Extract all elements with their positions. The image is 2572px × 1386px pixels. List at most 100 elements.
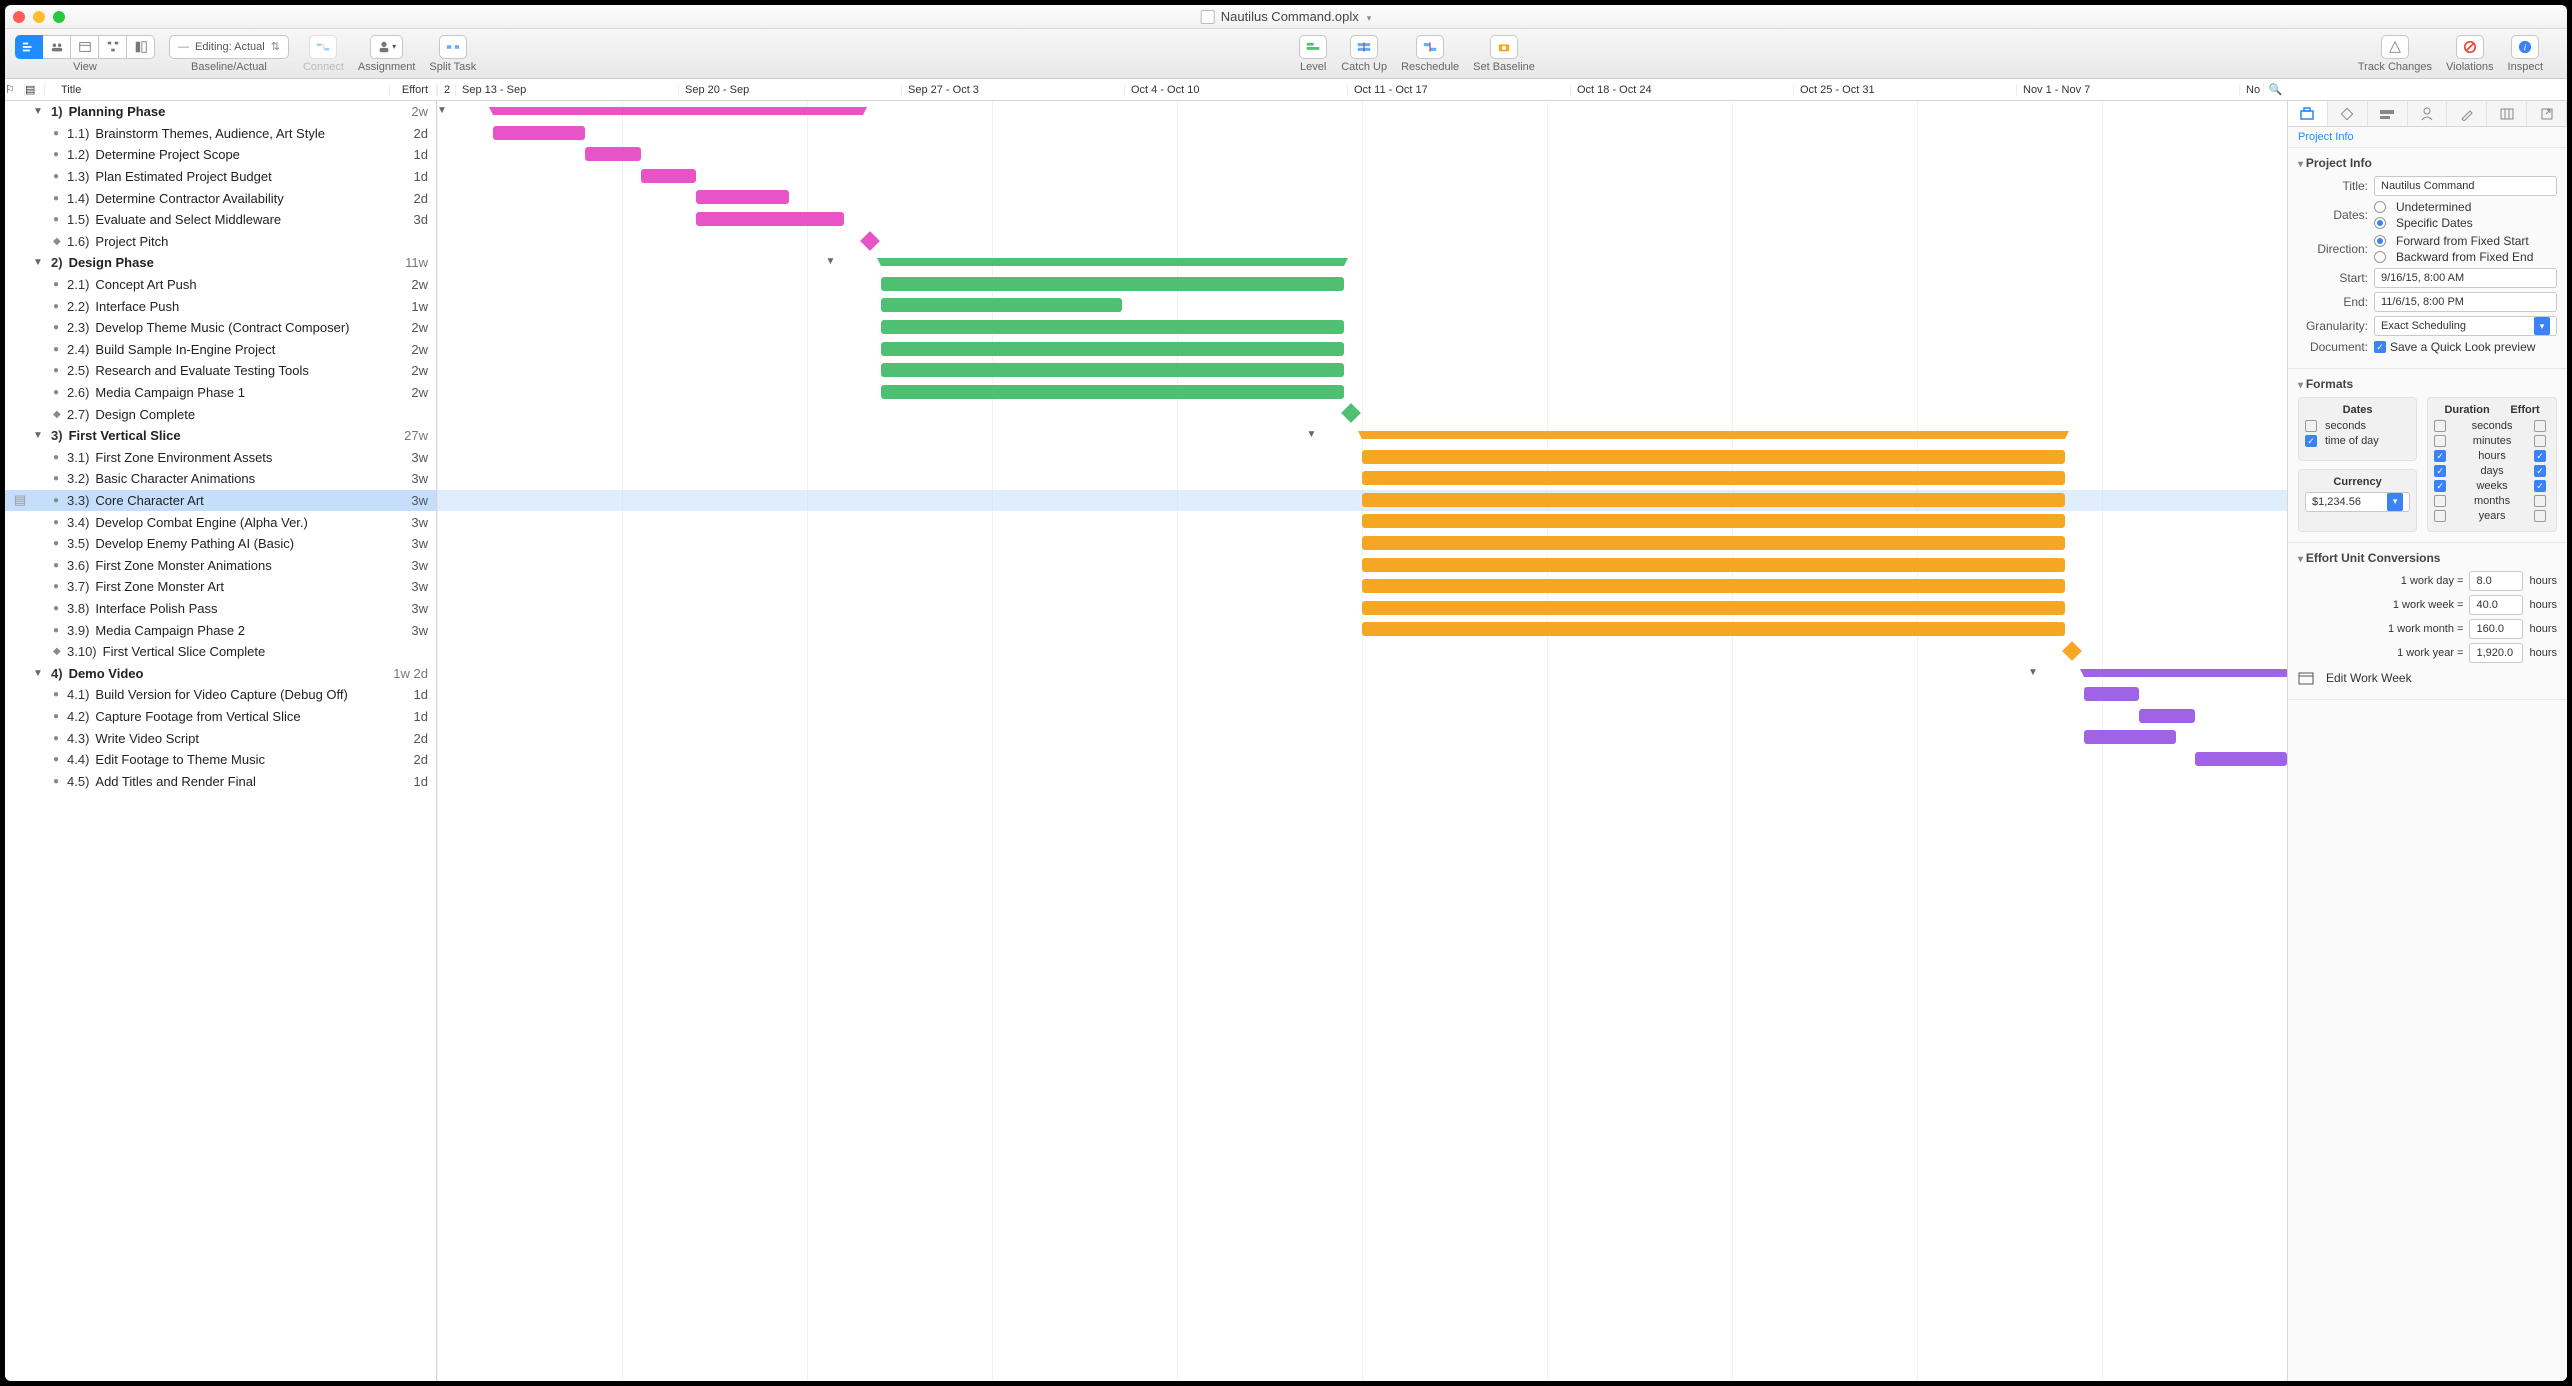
- task-row[interactable]: ▤●3.3)Core Character Art3w: [5, 490, 436, 512]
- gantt-task-bar[interactable]: [881, 385, 1344, 399]
- connect-button[interactable]: [309, 35, 337, 59]
- gantt-task-bar[interactable]: [1362, 536, 2065, 550]
- gantt-row[interactable]: [437, 533, 2287, 555]
- gantt-row[interactable]: ▼: [437, 425, 2287, 447]
- gantt-task-bar[interactable]: [881, 298, 1122, 312]
- catchup-button[interactable]: [1350, 35, 1378, 59]
- gantt-row[interactable]: [437, 468, 2287, 490]
- inspect-button[interactable]: i: [2511, 35, 2539, 59]
- gantt-row[interactable]: [437, 187, 2287, 209]
- gantt-group-bar[interactable]: [881, 258, 1344, 266]
- section-project-info[interactable]: Project Info: [2298, 156, 2557, 170]
- effort-years-checkbox[interactable]: [2534, 510, 2546, 522]
- task-row[interactable]: ●3.4)Develop Combat Engine (Alpha Ver.)3…: [5, 511, 436, 533]
- violations-button[interactable]: [2456, 35, 2484, 59]
- gantt-row[interactable]: [437, 403, 2287, 425]
- task-row[interactable]: ●1.4)Determine Contractor Availability2d: [5, 187, 436, 209]
- gantt-row[interactable]: ▼: [437, 252, 2287, 274]
- note-column-icon[interactable]: ▤: [25, 83, 45, 96]
- gantt-task-bar[interactable]: [641, 169, 697, 183]
- gantt-row[interactable]: [437, 166, 2287, 188]
- task-row[interactable]: ●1.3)Plan Estimated Project Budget1d: [5, 166, 436, 188]
- gantt-row[interactable]: [437, 231, 2287, 253]
- close-window-button[interactable]: [13, 11, 25, 23]
- gantt-disclosure-icon[interactable]: ▼: [2028, 667, 2038, 678]
- duration-years-checkbox[interactable]: [2434, 510, 2446, 522]
- disclosure-triangle-icon[interactable]: ▼: [33, 430, 47, 441]
- gantt-task-bar[interactable]: [696, 212, 844, 226]
- gantt-milestone[interactable]: [2062, 641, 2082, 661]
- baseline-select[interactable]: —Editing: Actual⇅: [169, 35, 289, 59]
- gantt-task-bar[interactable]: [1362, 579, 2065, 593]
- timeline-week[interactable]: Oct 25 - Oct 31: [1793, 84, 2016, 96]
- conv-day-input[interactable]: 8.0: [2469, 571, 2523, 591]
- gantt-milestone[interactable]: [1341, 403, 1361, 423]
- assignment-button[interactable]: ▾: [370, 35, 403, 59]
- quicklook-checkbox[interactable]: [2374, 341, 2386, 353]
- inspector-tab-styles[interactable]: [2447, 101, 2487, 126]
- gantt-row[interactable]: [437, 339, 2287, 361]
- gantt-chart[interactable]: ▼ ▼ ▼ ▼: [437, 101, 2287, 1381]
- task-row[interactable]: ●2.5)Research and Evaluate Testing Tools…: [5, 360, 436, 382]
- gantt-row[interactable]: [437, 598, 2287, 620]
- granularity-select[interactable]: Exact Scheduling: [2374, 316, 2557, 336]
- conv-year-input[interactable]: 1,920.0: [2469, 643, 2523, 663]
- gantt-task-bar[interactable]: [1362, 514, 2065, 528]
- task-row[interactable]: ●3.1)First Zone Environment Assets3w: [5, 447, 436, 469]
- task-row[interactable]: ▼4)Demo Video1w 2d: [5, 662, 436, 684]
- gantt-row[interactable]: [437, 447, 2287, 469]
- section-conversions[interactable]: Effort Unit Conversions: [2298, 551, 2557, 565]
- section-formats[interactable]: Formats: [2298, 377, 2557, 391]
- effort-seconds-checkbox[interactable]: [2534, 420, 2546, 432]
- timeline-week[interactable]: Sep 20 - Sep: [678, 84, 901, 96]
- gantt-row[interactable]: [437, 555, 2287, 577]
- gantt-task-bar[interactable]: [1362, 493, 2065, 507]
- set-baseline-button[interactable]: [1490, 35, 1518, 59]
- gantt-row[interactable]: ▼: [437, 101, 2287, 123]
- gantt-disclosure-icon[interactable]: ▼: [826, 256, 836, 267]
- inspector-tab-columns[interactable]: [2487, 101, 2527, 126]
- gantt-task-bar[interactable]: [881, 342, 1344, 356]
- gantt-group-bar[interactable]: [1362, 431, 2065, 439]
- gantt-row[interactable]: [437, 706, 2287, 728]
- edit-work-week-button[interactable]: Edit Work Week: [2326, 671, 2412, 685]
- project-title-input[interactable]: Nautilus Command: [2374, 176, 2557, 196]
- task-row[interactable]: ▼3)First Vertical Slice27w: [5, 425, 436, 447]
- view-network-button[interactable]: [99, 35, 127, 59]
- task-row[interactable]: ●2.2)Interface Push1w: [5, 295, 436, 317]
- disclosure-triangle-icon[interactable]: ▼: [33, 257, 47, 268]
- effort-months-checkbox[interactable]: [2534, 495, 2546, 507]
- task-row[interactable]: ◆2.7)Design Complete: [5, 403, 436, 425]
- timeline-week[interactable]: Nov 1 - Nov 7: [2016, 84, 2239, 96]
- duration-days-checkbox[interactable]: [2434, 465, 2446, 477]
- view-styles-button[interactable]: [127, 35, 155, 59]
- disclosure-triangle-icon[interactable]: ▼: [33, 668, 47, 679]
- timeline-week[interactable]: 2: [437, 84, 455, 96]
- disclosure-triangle-icon[interactable]: ▼: [33, 106, 47, 117]
- gantt-task-bar[interactable]: [2139, 709, 2195, 723]
- gantt-task-bar[interactable]: [881, 363, 1344, 377]
- inspector-tab-export[interactable]: [2527, 101, 2567, 126]
- effort-weeks-checkbox[interactable]: [2534, 480, 2546, 492]
- gantt-task-bar[interactable]: [1362, 601, 2065, 615]
- gantt-row[interactable]: [437, 360, 2287, 382]
- gantt-task-bar[interactable]: [696, 190, 789, 204]
- task-row[interactable]: ●4.1)Build Version for Video Capture (De…: [5, 684, 436, 706]
- gantt-task-bar[interactable]: [1362, 558, 2065, 572]
- task-row[interactable]: ●3.2)Basic Character Animations3w: [5, 468, 436, 490]
- timeline-week[interactable]: Oct 18 - Oct 24: [1570, 84, 1793, 96]
- inspector-tab-resource[interactable]: [2408, 101, 2448, 126]
- gantt-task-bar[interactable]: [881, 277, 1344, 291]
- track-changes-button[interactable]: [2381, 35, 2409, 59]
- split-task-button[interactable]: [439, 35, 467, 59]
- gantt-task-bar[interactable]: [2084, 687, 2140, 701]
- gantt-row[interactable]: [437, 295, 2287, 317]
- gantt-task-bar[interactable]: [1362, 471, 2065, 485]
- view-gantt-button[interactable]: [15, 35, 43, 59]
- view-calendar-button[interactable]: [71, 35, 99, 59]
- gantt-row[interactable]: [437, 619, 2287, 641]
- minimize-window-button[interactable]: [33, 11, 45, 23]
- direction-forward-radio[interactable]: [2374, 235, 2386, 247]
- task-row[interactable]: ●1.5)Evaluate and Select Middleware3d: [5, 209, 436, 231]
- timeline-week[interactable]: Sep 27 - Oct 3: [901, 84, 1124, 96]
